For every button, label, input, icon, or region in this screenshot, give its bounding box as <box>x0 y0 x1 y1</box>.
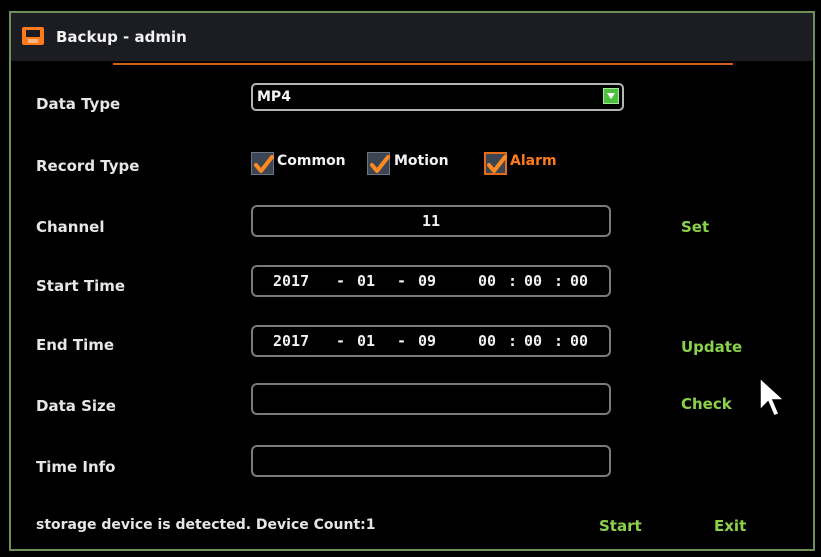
checkmark-icon <box>370 155 390 173</box>
end-time-label: End Time <box>36 336 115 354</box>
end-time-field[interactable]: 2017 - 01 - 09 00 : 00 : 00 <box>251 325 611 357</box>
end-hour[interactable]: 00 <box>478 332 496 350</box>
start-time-field[interactable]: 2017 - 01 - 09 00 : 00 : 00 <box>251 265 611 297</box>
start-minute[interactable]: 00 <box>524 272 542 290</box>
record-type-label: Record Type <box>36 157 140 175</box>
end-year[interactable]: 2017 <box>273 332 309 350</box>
time-separator: : <box>554 272 564 290</box>
date-separator: - <box>397 332 407 350</box>
time-separator: : <box>554 332 564 350</box>
title-underline <box>113 63 733 65</box>
end-day[interactable]: 09 <box>418 332 436 350</box>
backup-dialog: Backup - admin Data Type MP4 Record Type… <box>9 11 815 551</box>
time-separator: : <box>508 272 518 290</box>
data-type-label: Data Type <box>36 95 121 113</box>
data-type-select[interactable]: MP4 <box>251 83 624 111</box>
start-second[interactable]: 00 <box>570 272 588 290</box>
window-title: Backup - admin <box>56 28 187 46</box>
title-bar: Backup - admin <box>11 13 813 61</box>
chevron-down-icon[interactable] <box>603 88 619 104</box>
end-second[interactable]: 00 <box>570 332 588 350</box>
date-separator: - <box>336 272 346 290</box>
common-label: Common <box>277 153 346 169</box>
end-minute[interactable]: 00 <box>524 332 542 350</box>
status-text: storage device is detected. Device Count… <box>36 517 376 533</box>
start-hour[interactable]: 00 <box>478 272 496 290</box>
update-button[interactable]: Update <box>681 338 742 356</box>
date-separator: - <box>397 272 407 290</box>
set-button[interactable]: Set <box>681 218 709 236</box>
channel-label: Channel <box>36 218 105 236</box>
date-separator: - <box>336 332 346 350</box>
common-checkbox[interactable] <box>251 152 274 175</box>
motion-checkbox[interactable] <box>367 152 390 175</box>
time-info-field <box>251 445 611 477</box>
start-button[interactable]: Start <box>599 517 642 535</box>
data-type-value: MP4 <box>257 89 291 105</box>
alarm-checkbox[interactable] <box>484 152 507 175</box>
channel-field[interactable]: 11 <box>251 205 611 237</box>
time-info-label: Time Info <box>36 458 116 476</box>
checkmark-icon <box>254 155 274 173</box>
checkmark-icon <box>487 155 507 173</box>
check-button[interactable]: Check <box>681 395 732 413</box>
save-icon <box>22 27 44 45</box>
data-size-field[interactable] <box>251 383 611 415</box>
mouse-pointer-icon <box>759 376 786 417</box>
end-month[interactable]: 01 <box>357 332 375 350</box>
start-day[interactable]: 09 <box>418 272 436 290</box>
start-time-label: Start Time <box>36 277 126 295</box>
start-month[interactable]: 01 <box>357 272 375 290</box>
exit-button[interactable]: Exit <box>714 517 746 535</box>
data-size-label: Data Size <box>36 397 116 415</box>
alarm-label: Alarm <box>510 153 557 169</box>
start-year[interactable]: 2017 <box>273 272 309 290</box>
time-separator: : <box>508 332 518 350</box>
motion-label: Motion <box>394 153 449 169</box>
